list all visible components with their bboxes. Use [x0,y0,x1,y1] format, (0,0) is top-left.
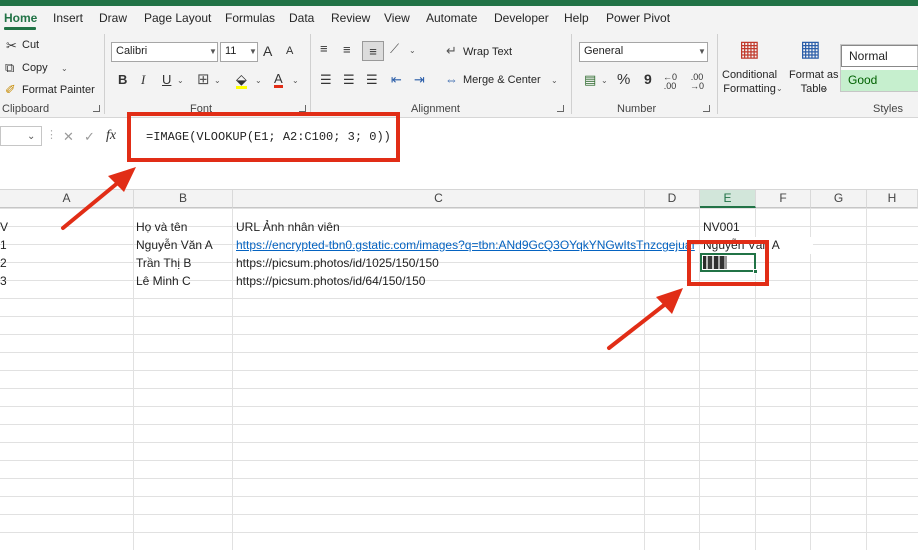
arrow-to-result [607,288,683,350]
arrow-to-formula [61,167,136,230]
annotation-arrows [61,167,683,350]
